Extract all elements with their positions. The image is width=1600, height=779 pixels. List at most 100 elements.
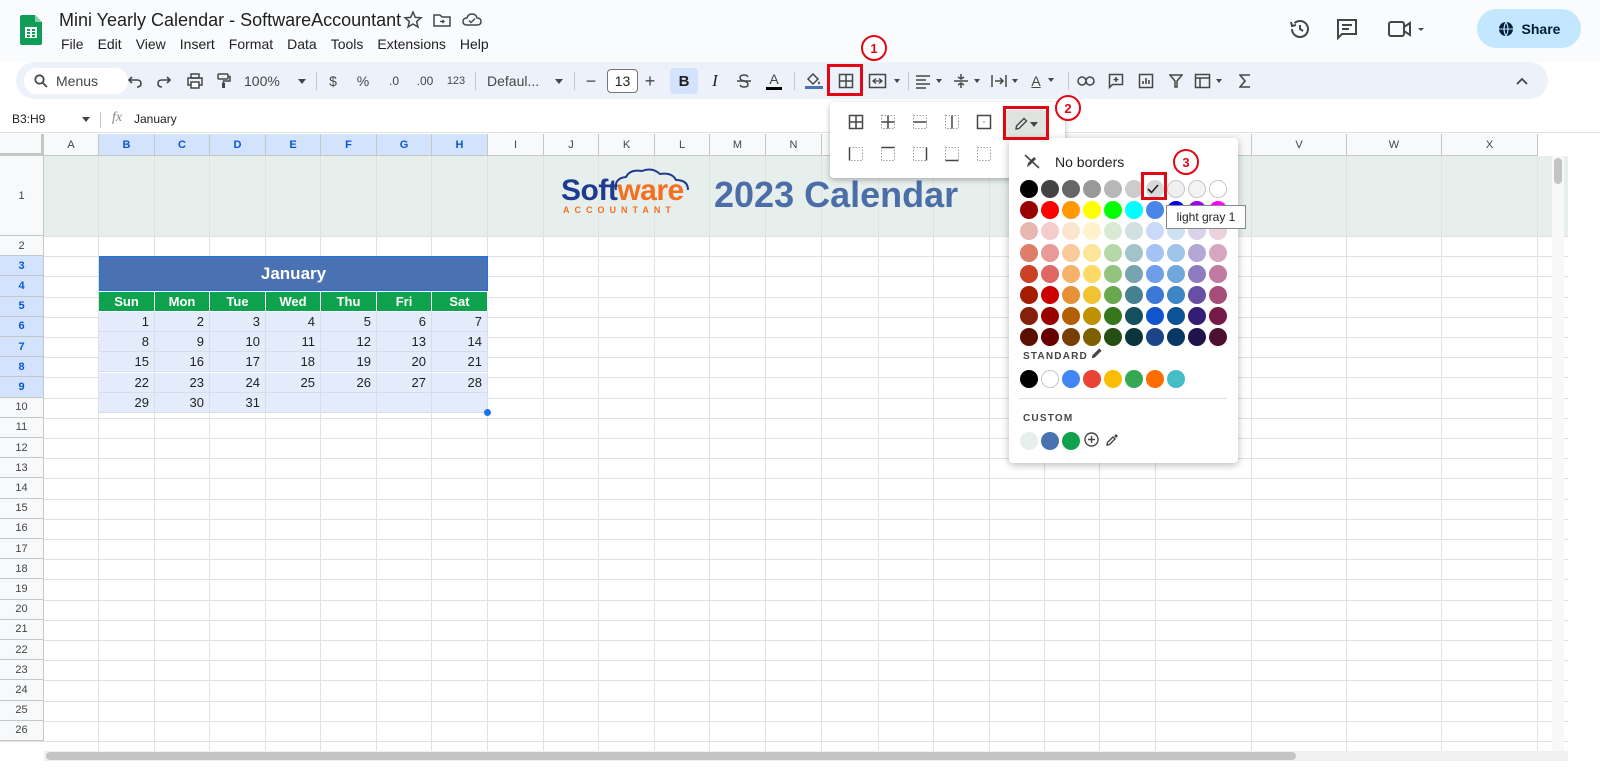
row-header-4[interactable]: 4 bbox=[0, 276, 44, 297]
row-header-1[interactable]: 1 bbox=[0, 156, 44, 236]
font-size-input[interactable]: 13 bbox=[607, 69, 638, 93]
column-header-x[interactable]: X bbox=[1442, 134, 1538, 156]
bottom-border-icon[interactable] bbox=[944, 146, 960, 162]
increase-font-size-button[interactable]: + bbox=[643, 70, 657, 92]
top-border-icon[interactable] bbox=[880, 146, 896, 162]
no-borders-option[interactable]: No borders bbox=[1055, 154, 1124, 170]
font-family-select[interactable]: Defaul... bbox=[487, 70, 563, 92]
menu-tools[interactable]: Tools bbox=[331, 36, 364, 52]
italic-button[interactable]: I bbox=[706, 70, 724, 92]
custom-color-swatch[interactable] bbox=[1062, 432, 1080, 450]
column-header-g[interactable]: G bbox=[377, 134, 432, 156]
color-swatch[interactable] bbox=[1188, 286, 1206, 304]
merge-cells-button[interactable] bbox=[868, 70, 904, 92]
row-header-17[interactable]: 17 bbox=[0, 539, 44, 560]
row-header-20[interactable]: 20 bbox=[0, 599, 44, 620]
standard-color-swatch[interactable] bbox=[1041, 370, 1059, 388]
selection-fill-handle[interactable] bbox=[484, 409, 491, 416]
calendar-day-cell[interactable]: 31 bbox=[210, 392, 266, 413]
column-header-n[interactable]: N bbox=[766, 134, 822, 156]
standard-color-swatch[interactable] bbox=[1020, 370, 1038, 388]
day-of-week-sat[interactable]: Sat bbox=[432, 292, 488, 311]
calendar-day-cell[interactable]: 2 bbox=[155, 312, 210, 332]
more-formats-button[interactable]: 123 bbox=[445, 70, 467, 92]
insert-link-button[interactable] bbox=[1076, 70, 1096, 92]
star-icon[interactable] bbox=[403, 10, 423, 30]
move-folder-icon[interactable] bbox=[432, 10, 452, 30]
vertical-borders-icon[interactable] bbox=[944, 114, 960, 130]
column-header-w[interactable]: W bbox=[1347, 134, 1442, 156]
day-of-week-sun[interactable]: Sun bbox=[99, 292, 155, 311]
row-header-18[interactable]: 18 bbox=[0, 559, 44, 580]
color-swatch[interactable] bbox=[1167, 286, 1185, 304]
color-swatch[interactable] bbox=[1041, 243, 1059, 262]
menu-format[interactable]: Format bbox=[229, 36, 273, 52]
color-swatch[interactable] bbox=[1104, 286, 1122, 304]
color-swatch[interactable] bbox=[1083, 180, 1101, 198]
cloud-saved-icon[interactable] bbox=[462, 10, 482, 30]
day-of-week-mon[interactable]: Mon bbox=[155, 292, 210, 311]
row-header-19[interactable]: 19 bbox=[0, 579, 44, 600]
outer-borders-icon[interactable] bbox=[976, 114, 992, 130]
column-header-j[interactable]: J bbox=[544, 134, 599, 156]
color-swatch[interactable] bbox=[1125, 286, 1143, 304]
calendar-day-cell[interactable]: 28 bbox=[432, 372, 488, 393]
column-header-e[interactable]: E bbox=[266, 134, 321, 156]
paint-format-button[interactable] bbox=[215, 70, 233, 92]
color-swatch[interactable] bbox=[1041, 286, 1059, 304]
add-custom-color-icon[interactable] bbox=[1084, 432, 1099, 447]
document-title[interactable]: Mini Yearly Calendar - SoftwareAccountan… bbox=[59, 10, 401, 31]
color-swatch[interactable] bbox=[1062, 264, 1080, 283]
column-header-h[interactable]: H bbox=[432, 134, 488, 156]
calendar-day-cell[interactable]: 3 bbox=[210, 312, 266, 332]
calendar-day-cell[interactable]: 16 bbox=[155, 352, 210, 373]
menu-view[interactable]: View bbox=[136, 36, 166, 52]
column-header-f[interactable]: F bbox=[321, 134, 377, 156]
bold-button[interactable]: B bbox=[670, 68, 698, 94]
horizontal-borders-icon[interactable] bbox=[912, 114, 928, 130]
eyedropper-icon[interactable] bbox=[1105, 433, 1119, 447]
menu-help[interactable]: Help bbox=[460, 36, 489, 52]
calendar-day-cell[interactable]: 18 bbox=[266, 352, 321, 373]
calendar-day-cell[interactable]: 6 bbox=[377, 312, 432, 332]
color-swatch[interactable] bbox=[1188, 180, 1206, 198]
color-swatch[interactable] bbox=[1020, 243, 1038, 262]
row-header-22[interactable]: 22 bbox=[0, 640, 44, 661]
standard-color-swatch[interactable] bbox=[1125, 370, 1143, 388]
color-swatch[interactable] bbox=[1104, 264, 1122, 283]
print-button[interactable] bbox=[186, 70, 204, 92]
insert-comment-button[interactable] bbox=[1106, 70, 1126, 92]
row-header-9[interactable]: 9 bbox=[0, 377, 44, 398]
color-swatch[interactable] bbox=[1020, 264, 1038, 283]
calendar-day-cell[interactable]: 19 bbox=[321, 352, 377, 373]
row-header-14[interactable]: 14 bbox=[0, 478, 44, 499]
calendar-day-cell[interactable]: 26 bbox=[321, 372, 377, 393]
menu-edit[interactable]: Edit bbox=[98, 36, 122, 52]
insert-chart-button[interactable] bbox=[1136, 70, 1156, 92]
horizontal-align-button[interactable] bbox=[914, 70, 948, 92]
color-swatch[interactable] bbox=[1062, 243, 1080, 262]
standard-color-swatch[interactable] bbox=[1167, 370, 1185, 388]
row-header-2[interactable]: 2 bbox=[0, 236, 44, 257]
menu-extensions[interactable]: Extensions bbox=[377, 36, 445, 52]
calendar-day-cell[interactable] bbox=[432, 392, 488, 413]
color-swatch[interactable] bbox=[1188, 264, 1206, 283]
standard-color-swatch[interactable] bbox=[1104, 370, 1122, 388]
color-swatch[interactable] bbox=[1062, 180, 1080, 198]
row-header-23[interactable]: 23 bbox=[0, 660, 44, 681]
menu-data[interactable]: Data bbox=[287, 36, 317, 52]
functions-button[interactable] bbox=[1236, 70, 1254, 92]
redo-button[interactable] bbox=[155, 70, 173, 92]
currency-format-button[interactable]: $ bbox=[326, 70, 340, 92]
right-border-icon[interactable] bbox=[912, 146, 928, 162]
month-header[interactable]: January bbox=[99, 256, 488, 291]
calendar-day-cell[interactable]: 17 bbox=[210, 352, 266, 373]
calendar-day-cell[interactable] bbox=[377, 392, 432, 413]
column-header-b[interactable]: B bbox=[99, 134, 155, 156]
filter-button[interactable] bbox=[1166, 70, 1186, 92]
calendar-day-cell[interactable]: 15 bbox=[99, 352, 155, 373]
menus-search[interactable]: Menus bbox=[24, 68, 128, 94]
text-wrapping-button[interactable] bbox=[990, 70, 1024, 92]
custom-color-swatch[interactable] bbox=[1020, 432, 1038, 450]
calendar-day-cell[interactable]: 22 bbox=[99, 372, 155, 393]
